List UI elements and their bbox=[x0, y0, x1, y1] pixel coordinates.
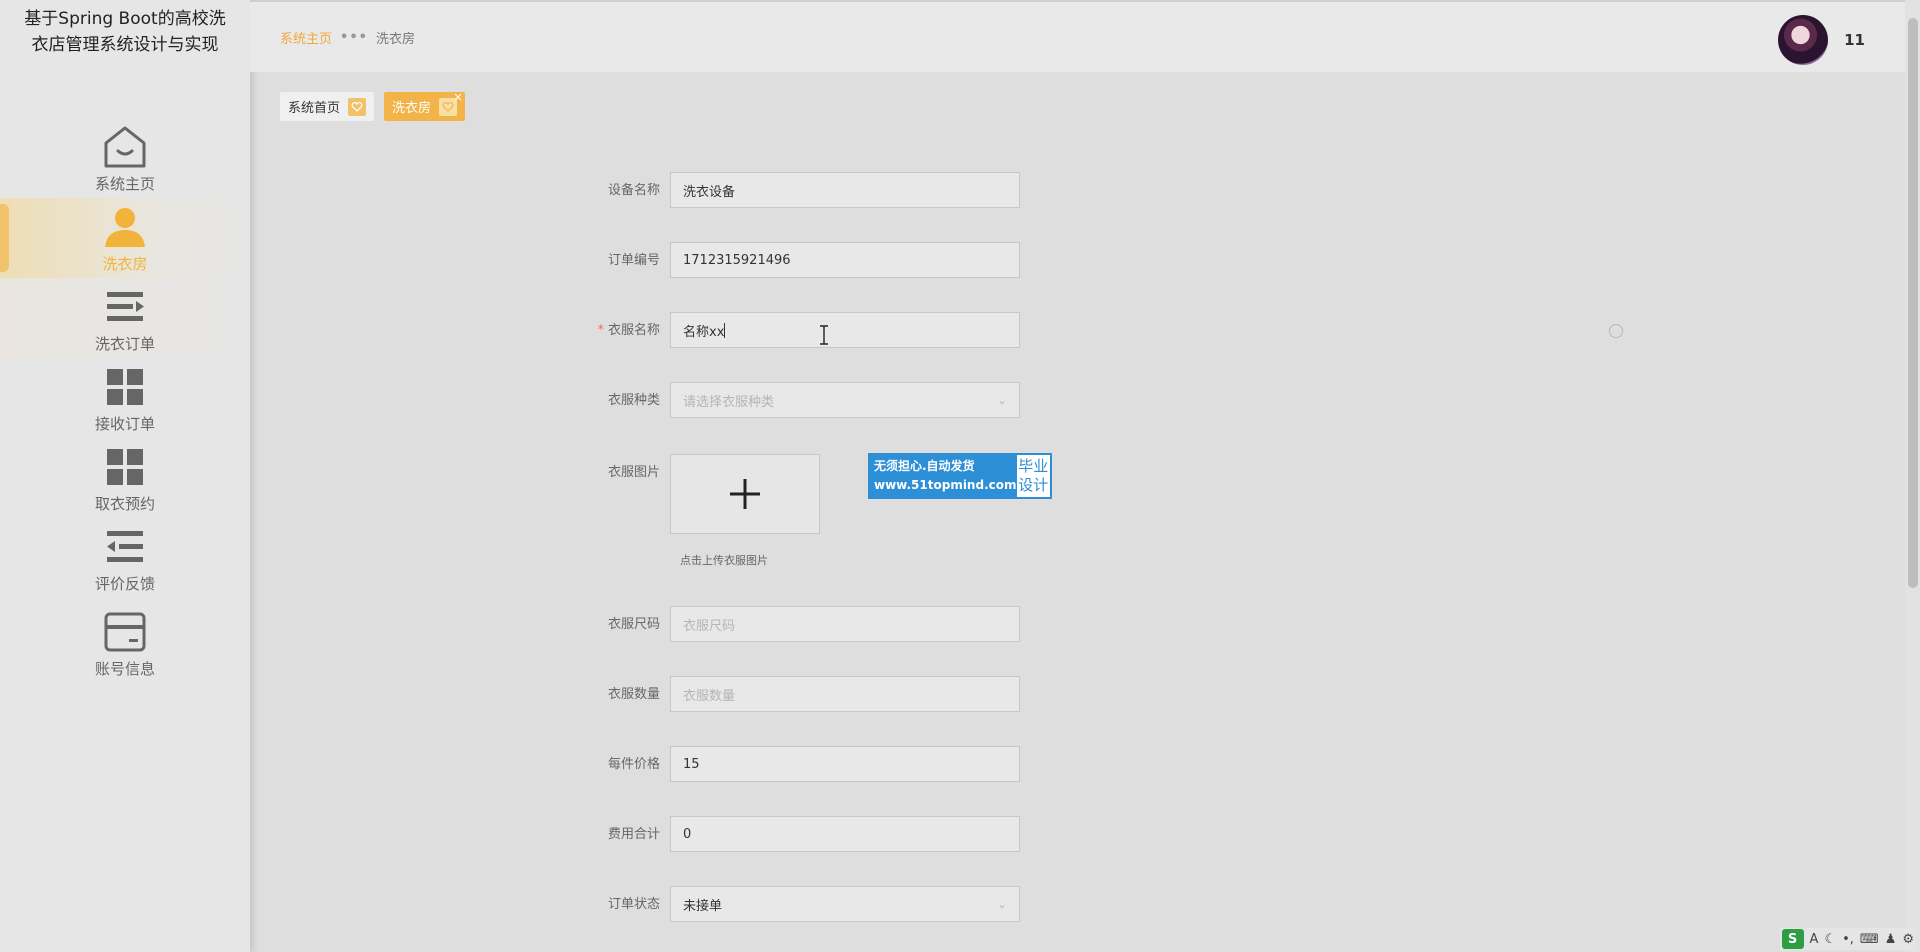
form-row-order-no: 订单编号 1712315921496 bbox=[560, 242, 1020, 280]
cloth-type-select[interactable]: 请选择衣服种类 ⌄ bbox=[670, 382, 1020, 418]
sidebar-item-pickup-booking[interactable]: 取衣预约 bbox=[0, 438, 250, 518]
sidebar-item-laundry-room[interactable]: 洗衣房 bbox=[0, 198, 250, 278]
tag-laundry-room[interactable]: 洗衣房 × bbox=[384, 90, 466, 121]
heart-icon[interactable] bbox=[348, 97, 367, 116]
order-status-select[interactable]: 未接单 ⌄ bbox=[670, 886, 1020, 922]
unit-price-label: 每件价格 bbox=[607, 757, 660, 772]
device-name-label: 设备名称 bbox=[607, 183, 660, 198]
cloth-size-input[interactable]: 衣服尺码 bbox=[670, 606, 1020, 642]
total-fee-input[interactable]: 0 bbox=[670, 816, 1020, 852]
close-icon[interactable]: × bbox=[453, 90, 463, 104]
order-status-value: 未接单 bbox=[683, 898, 723, 914]
breadcrumb-separator: ••• bbox=[340, 30, 368, 45]
required-mark: * bbox=[597, 323, 604, 338]
ime-item[interactable]: ♟ bbox=[1885, 932, 1897, 947]
sidebar-menu: 系统主页 洗衣房 洗衣订单 接收订单 取衣预约 评价反馈 账号信息 bbox=[0, 118, 250, 688]
device-name-input[interactable]: 洗衣设备 bbox=[670, 172, 1020, 208]
ime-logo-icon[interactable]: S bbox=[1781, 929, 1804, 949]
form-row-cloth-qty: 衣服数量 衣服数量 bbox=[560, 676, 1020, 714]
sidebar-item-label: 接收订单 bbox=[94, 414, 155, 433]
image-upload-button[interactable] bbox=[670, 454, 820, 534]
unit-price-input[interactable]: 15 bbox=[670, 746, 1020, 782]
promo-line-1: 无须担心.自动发货 bbox=[874, 459, 975, 473]
page-scrollbar[interactable] bbox=[1905, 0, 1920, 952]
sidebar: 基于Spring Boot的高校洗衣店管理系统设计与实现 系统主页 洗衣房 洗衣… bbox=[0, 0, 250, 952]
sidebar-item-label: 账号信息 bbox=[94, 659, 155, 678]
cloth-size-label: 衣服尺码 bbox=[607, 617, 660, 632]
grid-icon bbox=[101, 443, 149, 491]
form-row-device-name: 设备名称 洗衣设备 bbox=[560, 172, 1020, 210]
cloth-name-label-text: 衣服名称 bbox=[607, 323, 660, 338]
form-row-cloth-image: 衣服图片 bbox=[560, 454, 820, 534]
username: 11 bbox=[1844, 31, 1865, 49]
promo-line-2: www.51topmind.com bbox=[874, 478, 1017, 492]
text-cursor-icon bbox=[820, 325, 828, 345]
form-row-order-status: 订单状态 未接单 ⌄ bbox=[560, 886, 1020, 924]
sidebar-item-home[interactable]: 系统主页 bbox=[0, 118, 250, 198]
chevron-down-icon: ⌄ bbox=[996, 897, 1007, 911]
grid-icon bbox=[101, 363, 149, 411]
sidebar-item-feedback[interactable]: 评价反馈 bbox=[0, 518, 250, 598]
tag-label: 洗衣房 bbox=[392, 101, 432, 116]
breadcrumb: 系统主页 ••• 洗衣房 bbox=[280, 28, 415, 47]
user-icon bbox=[101, 203, 149, 251]
card-icon bbox=[101, 608, 149, 656]
cloth-qty-input[interactable]: 衣服数量 bbox=[670, 676, 1020, 712]
promo-badge-2: 设计 bbox=[1018, 476, 1049, 494]
order-no-label: 订单编号 bbox=[607, 253, 660, 268]
ime-item[interactable]: ⌨ bbox=[1860, 932, 1879, 947]
form-row-total-fee: 费用合计 0 bbox=[560, 816, 1020, 854]
breadcrumb-home-link[interactable]: 系统主页 bbox=[280, 28, 332, 47]
form-row-cloth-type: 衣服种类 请选择衣服种类 ⌄ bbox=[560, 382, 1020, 420]
indent-list-icon bbox=[101, 523, 149, 571]
cloth-name-label: * 衣服名称 bbox=[560, 312, 670, 350]
tag-bar: 系统首页 洗衣房 × bbox=[280, 90, 466, 121]
breadcrumb-current: 洗衣房 bbox=[375, 32, 415, 47]
cloth-name-input[interactable]: 名称xx bbox=[670, 312, 1020, 348]
sidebar-item-label: 取衣预约 bbox=[94, 494, 155, 513]
cloth-type-placeholder: 请选择衣服种类 bbox=[683, 394, 775, 410]
form-row-cloth-size: 衣服尺码 衣服尺码 bbox=[560, 606, 1020, 644]
promo-banner[interactable]: 无须担心.自动发货 www.51topmind.com 毕业 设计 bbox=[868, 453, 1052, 499]
cloth-image-label: 衣服图片 bbox=[607, 465, 660, 480]
sidebar-item-label: 评价反馈 bbox=[94, 574, 155, 593]
sidebar-item-label: 系统主页 bbox=[94, 174, 155, 193]
ime-item[interactable]: A bbox=[1810, 932, 1819, 947]
scrollbar-thumb[interactable] bbox=[1908, 18, 1918, 588]
tag-label: 系统首页 bbox=[288, 101, 341, 116]
user-menu[interactable]: 11 bbox=[1778, 15, 1865, 65]
ime-item[interactable]: ⚙ bbox=[1902, 932, 1914, 947]
ime-item[interactable]: •, bbox=[1842, 932, 1854, 947]
order-no-input[interactable]: 1712315921496 bbox=[670, 242, 1020, 278]
cloth-name-value: 名称xx bbox=[683, 324, 725, 340]
promo-banner-badge: 毕业 设计 bbox=[1016, 455, 1050, 497]
top-header: 系统主页 ••• 洗衣房 11 bbox=[250, 0, 1905, 72]
promo-badge-1: 毕业 bbox=[1018, 457, 1049, 475]
sidebar-item-laundry-orders[interactable]: 洗衣订单 bbox=[0, 278, 250, 358]
list-icon bbox=[101, 283, 149, 331]
chevron-down-icon: ⌄ bbox=[996, 393, 1007, 407]
text-caret bbox=[724, 322, 726, 338]
promo-banner-text: 无须担心.自动发货 www.51topmind.com bbox=[870, 455, 1017, 497]
ime-item[interactable]: ☾ bbox=[1824, 932, 1836, 947]
sidebar-item-account[interactable]: 账号信息 bbox=[0, 598, 250, 688]
clear-icon[interactable] bbox=[1609, 324, 1623, 338]
ime-toolbar[interactable]: S A ☾ •, ⌨ ♟ ⚙ bbox=[1779, 928, 1916, 950]
plus-icon bbox=[730, 479, 760, 509]
cloth-qty-label: 衣服数量 bbox=[607, 687, 660, 702]
app-title: 基于Spring Boot的高校洗衣店管理系统设计与实现 bbox=[24, 9, 226, 55]
order-status-label: 订单状态 bbox=[607, 897, 660, 912]
upload-tip: 点击上传衣服图片 bbox=[680, 554, 768, 567]
form-row-cloth-name: * 衣服名称 名称xx bbox=[560, 312, 1020, 350]
avatar[interactable] bbox=[1778, 15, 1829, 65]
sidebar-item-label: 洗衣房 bbox=[102, 254, 148, 273]
sidebar-item-receive-orders[interactable]: 接收订单 bbox=[0, 358, 250, 438]
sidebar-item-label: 洗衣订单 bbox=[94, 334, 155, 353]
tag-home[interactable]: 系统首页 bbox=[280, 92, 375, 121]
form-row-unit-price: 每件价格 15 bbox=[560, 746, 1020, 784]
cloth-type-label: 衣服种类 bbox=[607, 393, 660, 408]
home-icon bbox=[101, 123, 149, 171]
total-fee-label: 费用合计 bbox=[607, 827, 660, 842]
